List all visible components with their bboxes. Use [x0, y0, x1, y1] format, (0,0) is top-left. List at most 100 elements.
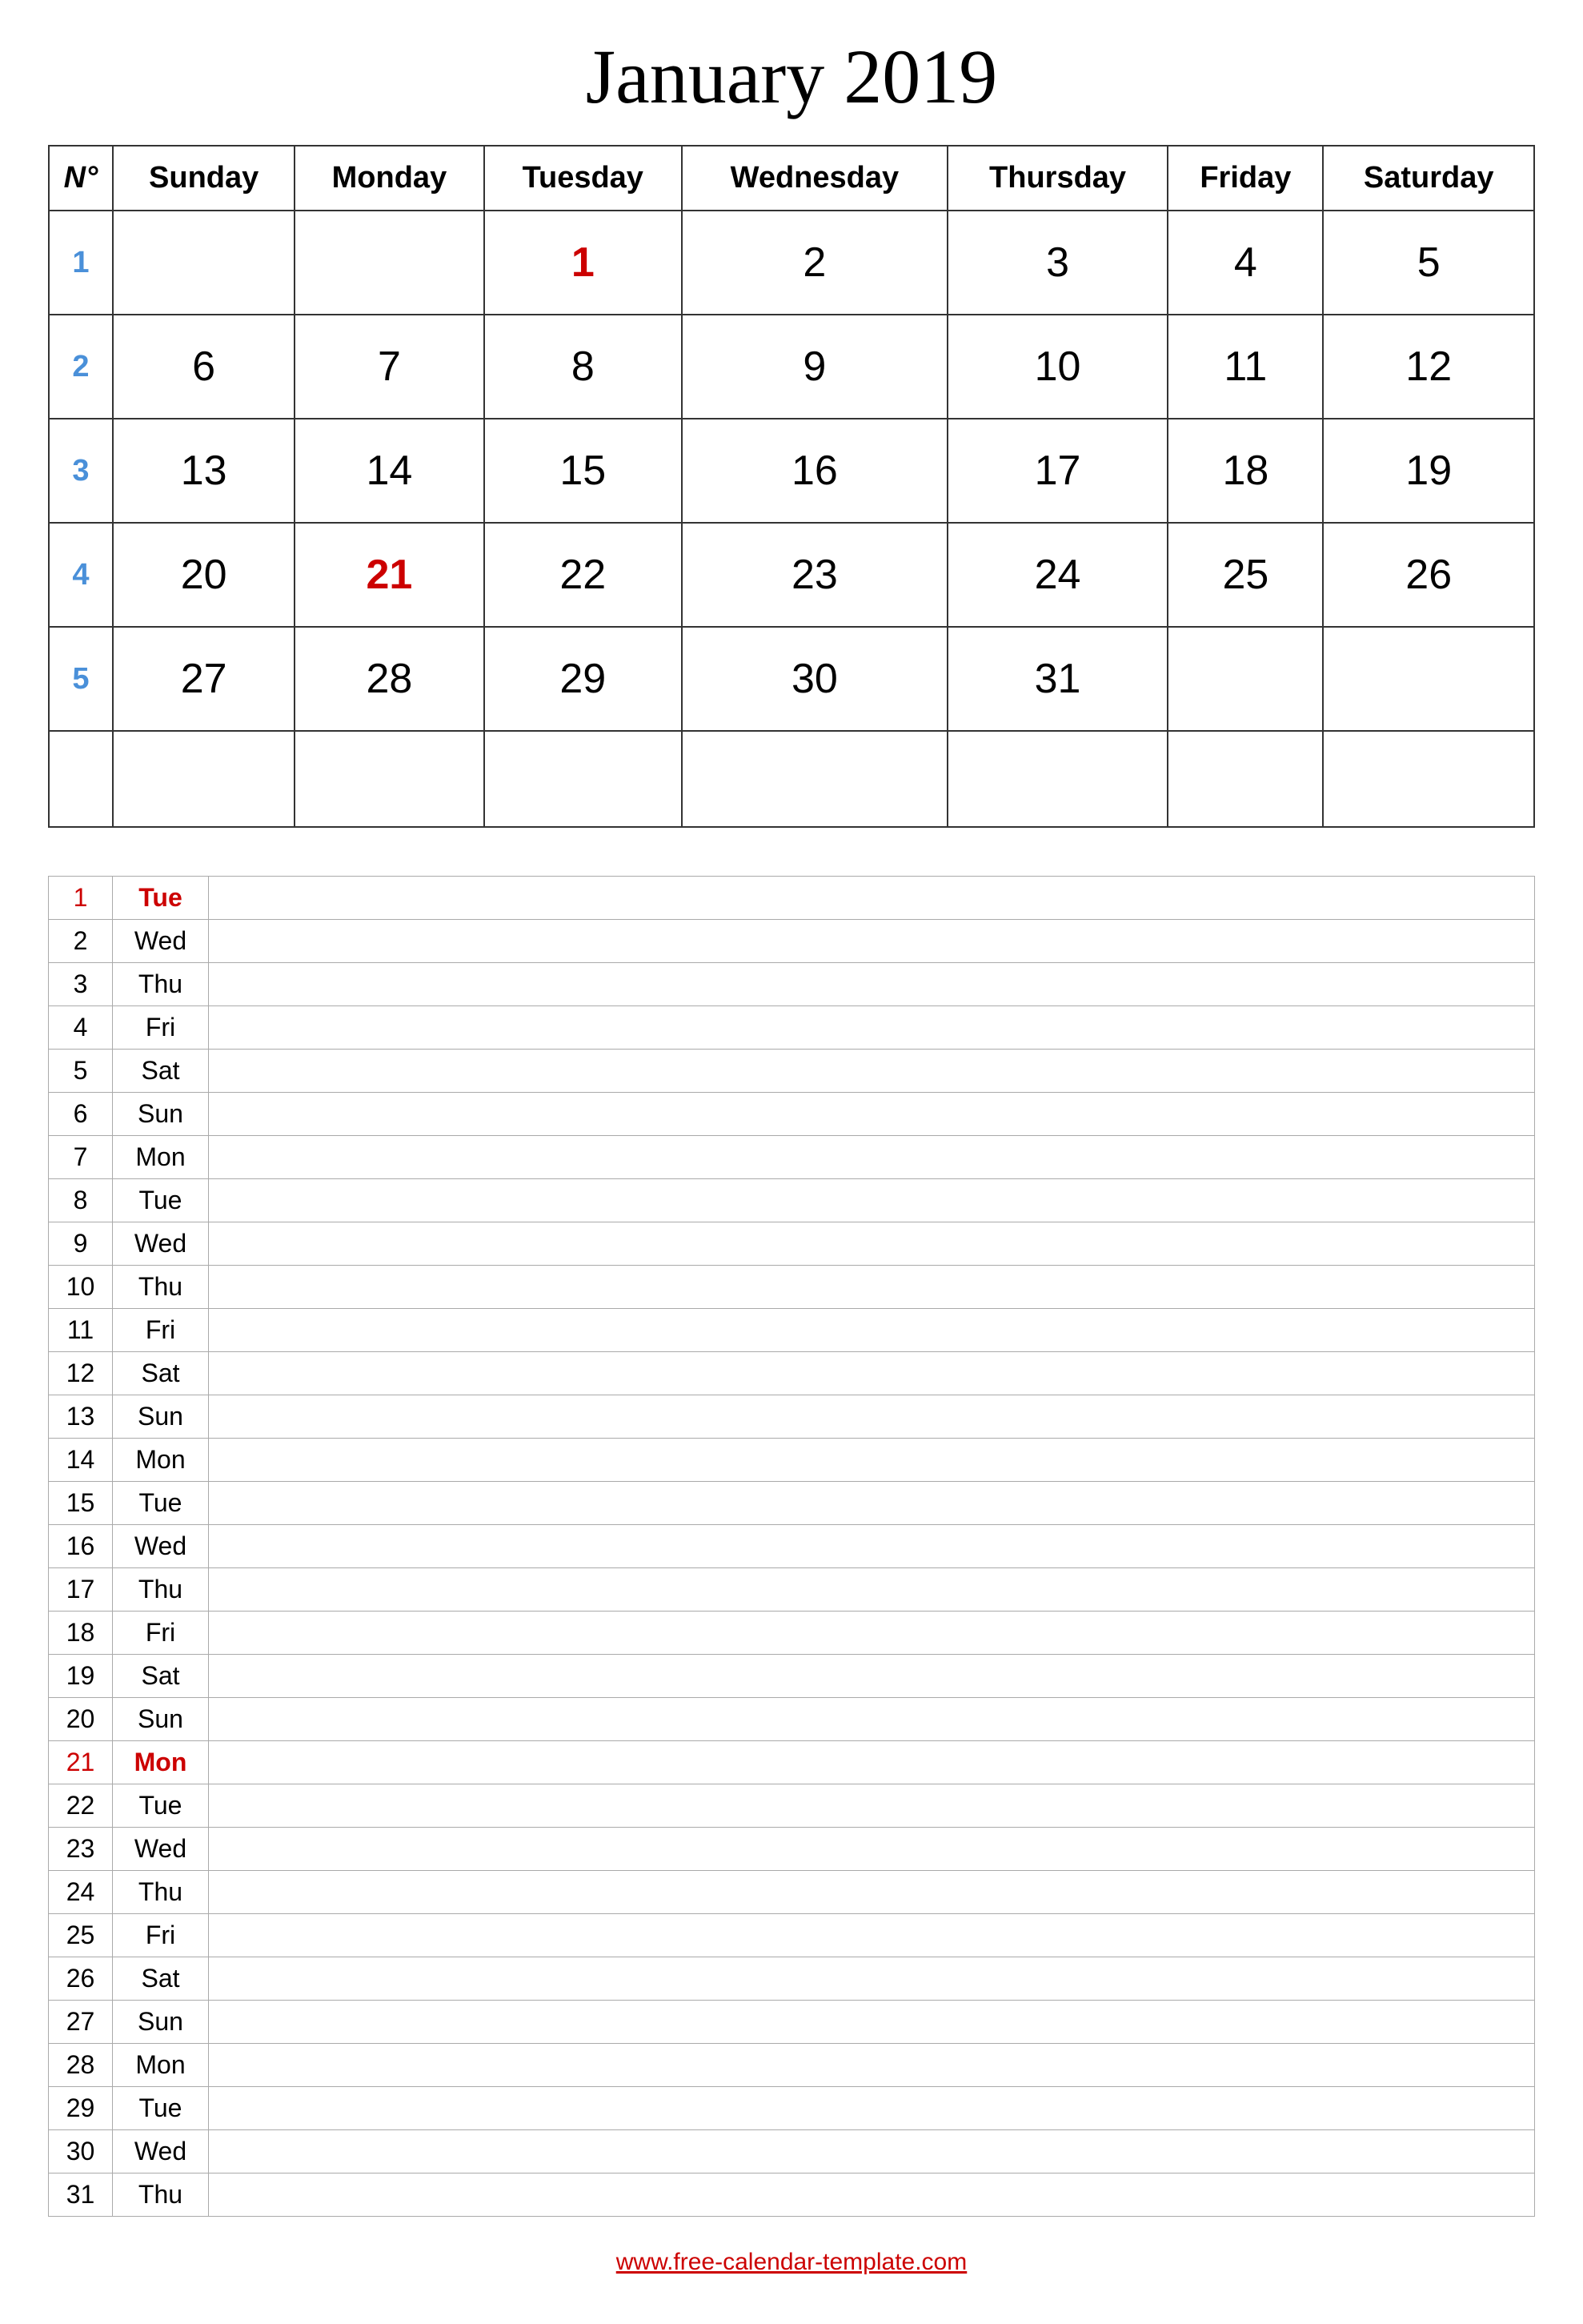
list-row: 30Wed [49, 2130, 1535, 2173]
list-notes[interactable] [209, 1698, 1535, 1741]
list-notes[interactable] [209, 2173, 1535, 2217]
list-day-name: Tue [113, 1784, 209, 1828]
list-notes[interactable] [209, 920, 1535, 963]
list-notes[interactable] [209, 1828, 1535, 1871]
list-day-name: Wed [113, 1525, 209, 1568]
grid-day-cell: 25 [1168, 523, 1323, 627]
list-day-name: Sat [113, 1050, 209, 1093]
list-row: 4Fri [49, 1006, 1535, 1050]
grid-day-cell: 5 [1323, 211, 1534, 315]
list-notes[interactable] [209, 1309, 1535, 1352]
grid-day-cell: 12 [1323, 315, 1534, 419]
list-day-name: Sat [113, 1957, 209, 2001]
list-notes[interactable] [209, 1136, 1535, 1179]
list-row: 18Fri [49, 1612, 1535, 1655]
list-notes[interactable] [209, 1179, 1535, 1222]
list-day-name: Thu [113, 963, 209, 1006]
list-day-name: Sun [113, 1395, 209, 1439]
list-day-name: Wed [113, 2130, 209, 2173]
list-day-name: Tue [113, 877, 209, 920]
list-day-num: 25 [49, 1914, 113, 1957]
list-day-num: 20 [49, 1698, 113, 1741]
grid-day-cell: 26 [1323, 523, 1534, 627]
list-notes[interactable] [209, 1612, 1535, 1655]
list-day-num: 23 [49, 1828, 113, 1871]
list-row: 20Sun [49, 1698, 1535, 1741]
list-notes[interactable] [209, 1871, 1535, 1914]
grid-week-num [49, 731, 113, 827]
list-notes[interactable] [209, 963, 1535, 1006]
grid-day-cell: 27 [113, 627, 295, 731]
list-notes[interactable] [209, 1006, 1535, 1050]
list-notes[interactable] [209, 1525, 1535, 1568]
list-row: 19Sat [49, 1655, 1535, 1698]
list-day-name: Sun [113, 1698, 209, 1741]
list-row: 12Sat [49, 1352, 1535, 1395]
list-day-name: Mon [113, 1136, 209, 1179]
list-notes[interactable] [209, 1784, 1535, 1828]
list-notes[interactable] [209, 1266, 1535, 1309]
list-day-num: 10 [49, 1266, 113, 1309]
list-day-name: Tue [113, 1482, 209, 1525]
list-row: 9Wed [49, 1222, 1535, 1266]
grid-day-cell [295, 731, 483, 827]
list-row: 6Sun [49, 1093, 1535, 1136]
grid-day-cell [1323, 731, 1534, 827]
list-row: 8Tue [49, 1179, 1535, 1222]
list-day-num: 4 [49, 1006, 113, 1050]
grid-day-cell: 23 [682, 523, 948, 627]
grid-header-day: Thursday [948, 146, 1168, 211]
list-day-name: Wed [113, 920, 209, 963]
grid-day-cell [1168, 731, 1323, 827]
list-notes[interactable] [209, 2087, 1535, 2130]
grid-week-num: 1 [49, 211, 113, 315]
list-day-name: Wed [113, 1828, 209, 1871]
grid-day-cell [1168, 627, 1323, 731]
grid-header-day: Sunday [113, 146, 295, 211]
list-row: 25Fri [49, 1914, 1535, 1957]
list-day-num: 18 [49, 1612, 113, 1655]
list-notes[interactable] [209, 1914, 1535, 1957]
list-row: 23Wed [49, 1828, 1535, 1871]
list-notes[interactable] [209, 1655, 1535, 1698]
list-notes[interactable] [209, 2044, 1535, 2087]
list-day-name: Mon [113, 2044, 209, 2087]
list-day-num: 1 [49, 877, 113, 920]
grid-day-cell: 24 [948, 523, 1168, 627]
list-day-name: Fri [113, 1612, 209, 1655]
list-row: 11Fri [49, 1309, 1535, 1352]
grid-header-day: Wednesday [682, 146, 948, 211]
list-notes[interactable] [209, 1568, 1535, 1612]
list-day-num: 7 [49, 1136, 113, 1179]
list-notes[interactable] [209, 1741, 1535, 1784]
list-day-name: Tue [113, 1179, 209, 1222]
grid-header-day: Monday [295, 146, 483, 211]
list-day-name: Mon [113, 1439, 209, 1482]
list-notes[interactable] [209, 2130, 1535, 2173]
footer-link[interactable]: www.free-calendar-template.com [616, 2249, 968, 2276]
list-notes[interactable] [209, 1395, 1535, 1439]
grid-day-cell: 2 [682, 211, 948, 315]
list-notes[interactable] [209, 1439, 1535, 1482]
list-notes[interactable] [209, 1093, 1535, 1136]
grid-week-num: 5 [49, 627, 113, 731]
list-day-name: Fri [113, 1309, 209, 1352]
list-notes[interactable] [209, 1352, 1535, 1395]
grid-day-cell: 22 [484, 523, 682, 627]
list-notes[interactable] [209, 877, 1535, 920]
list-notes[interactable] [209, 2001, 1535, 2044]
grid-day-cell: 21 [295, 523, 483, 627]
list-day-num: 16 [49, 1525, 113, 1568]
list-row: 2Wed [49, 920, 1535, 963]
list-notes[interactable] [209, 1482, 1535, 1525]
list-row: 26Sat [49, 1957, 1535, 2001]
grid-day-cell [1323, 627, 1534, 731]
grid-header-num: N° [49, 146, 113, 211]
list-notes[interactable] [209, 1050, 1535, 1093]
list-day-num: 14 [49, 1439, 113, 1482]
grid-calendar: N°SundayMondayTuesdayWednesdayThursdayFr… [48, 145, 1535, 828]
list-notes[interactable] [209, 1222, 1535, 1266]
list-notes[interactable] [209, 1957, 1535, 2001]
grid-day-cell: 20 [113, 523, 295, 627]
list-day-name: Thu [113, 1871, 209, 1914]
